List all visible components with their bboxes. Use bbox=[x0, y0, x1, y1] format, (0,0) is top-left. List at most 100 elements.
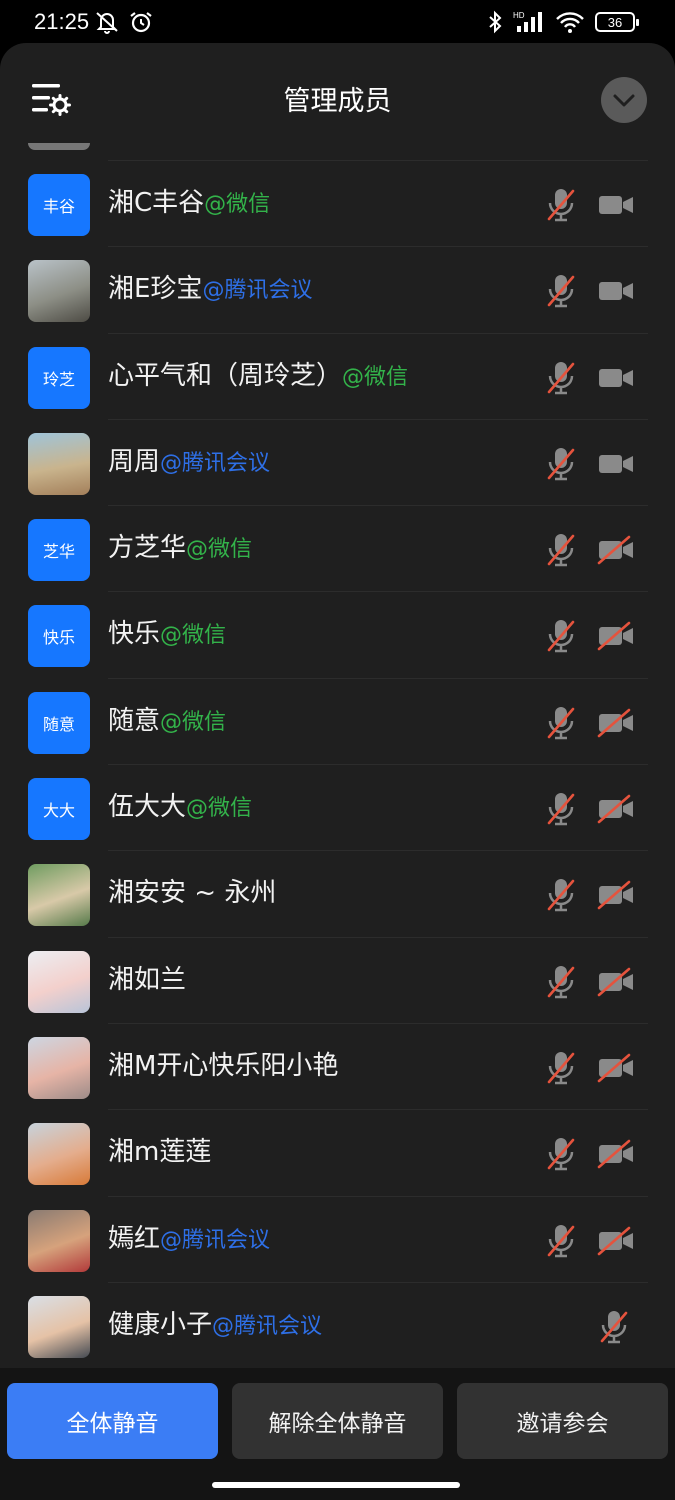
status-right-icons: HD 36 bbox=[487, 10, 639, 34]
member-name: 周周 bbox=[108, 446, 161, 477]
avatar-photo bbox=[28, 1036, 90, 1099]
member-name: 湘如兰 bbox=[108, 964, 187, 995]
member-row[interactable]: 湘E珍宝@腾讯会议 bbox=[0, 247, 675, 334]
member-name-line: 湘安安 ~ 永州 bbox=[108, 873, 276, 913]
battery-icon: 36 bbox=[595, 12, 639, 32]
member-row[interactable]: 嫣红@腾讯会议 bbox=[0, 1197, 675, 1284]
avatar-photo bbox=[28, 260, 90, 323]
member-name-line: 嫣红@腾讯会议 bbox=[108, 1219, 270, 1261]
member-name: 湘m莲莲 bbox=[108, 1137, 212, 1168]
camera-off-icon[interactable] bbox=[597, 621, 635, 651]
member-name: 快乐 bbox=[108, 619, 161, 650]
mic-muted-icon[interactable] bbox=[545, 1136, 577, 1172]
member-source: @微信 bbox=[160, 709, 227, 735]
member-row[interactable]: 芝华 方芝华@微信 bbox=[0, 506, 675, 593]
member-name: 心平气和（周玲芝） bbox=[108, 360, 343, 391]
camera-off-icon[interactable] bbox=[597, 880, 635, 910]
member-source: @腾讯会议 bbox=[212, 1313, 323, 1339]
member-row[interactable]: 湘安安 ~ 永州 bbox=[0, 851, 675, 938]
camera-icon[interactable] bbox=[597, 363, 635, 393]
member-name-line: 湘m莲莲 bbox=[108, 1132, 211, 1172]
mic-muted-icon[interactable] bbox=[545, 1223, 577, 1259]
member-source: @微信 bbox=[186, 796, 253, 822]
status-left-icons bbox=[94, 10, 154, 34]
battery-level: 36 bbox=[607, 14, 623, 30]
member-row[interactable]: 快乐 快乐@微信 bbox=[0, 592, 675, 680]
status-bar: 21:25 HD 36 bbox=[0, 0, 675, 46]
member-name-line: 健康小子@腾讯会议 bbox=[108, 1305, 322, 1347]
avatar-text: 大大 bbox=[28, 778, 90, 841]
page-title: 管理成员 bbox=[283, 86, 392, 117]
mic-muted-icon[interactable] bbox=[545, 705, 577, 741]
member-name: 湘M开心快乐阳小艳 bbox=[108, 1050, 339, 1081]
member-name-line: 伍大大@微信 bbox=[108, 787, 252, 829]
camera-off-icon[interactable] bbox=[597, 535, 635, 565]
mic-muted-icon[interactable] bbox=[545, 187, 577, 223]
dnd-icon bbox=[96, 12, 118, 34]
member-rows: 丰谷 湘C丰谷@微信 湘E珍宝@腾讯会议 玲芝 心平气和（周玲芝）@微信 周周@… bbox=[0, 161, 675, 1369]
mic-muted-icon[interactable] bbox=[545, 273, 577, 309]
partial-avatar bbox=[28, 143, 90, 150]
mic-muted-icon[interactable] bbox=[545, 964, 577, 1000]
member-source: @微信 bbox=[342, 364, 409, 390]
camera-off-icon[interactable] bbox=[597, 967, 635, 997]
member-name: 方芝华 bbox=[108, 533, 187, 564]
camera-off-icon[interactable] bbox=[597, 1226, 635, 1256]
member-row[interactable]: 健康小子@腾讯会议 bbox=[0, 1283, 675, 1369]
camera-icon[interactable] bbox=[597, 190, 635, 220]
mic-muted-icon[interactable] bbox=[545, 791, 577, 827]
status-time: 21:25 bbox=[34, 9, 90, 34]
camera-off-icon[interactable] bbox=[597, 1139, 635, 1169]
member-row[interactable]: 湘m莲莲 bbox=[0, 1110, 675, 1197]
member-row[interactable]: 周周@腾讯会议 bbox=[0, 420, 675, 507]
collapse-button[interactable] bbox=[601, 77, 647, 123]
avatar-text: 玲芝 bbox=[28, 346, 90, 409]
member-source: @腾讯会议 bbox=[160, 450, 271, 476]
member-row[interactable]: 大大 伍大大@微信 bbox=[0, 765, 675, 852]
member-name-line: 周周@腾讯会议 bbox=[108, 442, 270, 484]
member-name-line: 随意@微信 bbox=[108, 701, 226, 743]
member-row[interactable]: 湘M开心快乐阳小艳 bbox=[0, 1024, 675, 1111]
member-row[interactable]: 丰谷 湘C丰谷@微信 bbox=[0, 161, 675, 248]
member-row[interactable]: 随意 随意@微信 bbox=[0, 679, 675, 766]
mic-muted-icon[interactable] bbox=[598, 1309, 630, 1345]
camera-icon[interactable] bbox=[597, 276, 635, 306]
avatar-photo bbox=[28, 1123, 90, 1186]
invite-button[interactable]: 邀请参会 bbox=[457, 1383, 668, 1459]
camera-off-icon[interactable] bbox=[597, 708, 635, 738]
alarm-icon bbox=[130, 12, 152, 33]
mic-muted-icon[interactable] bbox=[545, 446, 577, 482]
member-row[interactable]: 湘如兰 bbox=[0, 938, 675, 1025]
member-name-line: 心平气和（周玲芝）@微信 bbox=[108, 356, 408, 398]
mic-muted-icon[interactable] bbox=[545, 1050, 577, 1086]
member-name-line: 快乐@微信 bbox=[108, 614, 226, 656]
member-name: 湘E珍宝 bbox=[108, 274, 203, 305]
member-row[interactable]: 玲芝 心平气和（周玲芝）@微信 bbox=[0, 334, 675, 421]
home-indicator bbox=[212, 1482, 460, 1488]
avatar-text: 芝华 bbox=[28, 519, 90, 582]
mic-muted-icon[interactable] bbox=[545, 360, 577, 396]
unmute-all-button[interactable]: 解除全体静音 bbox=[232, 1383, 443, 1459]
avatar-photo bbox=[28, 950, 90, 1013]
avatar-photo bbox=[28, 1295, 90, 1358]
member-list[interactable]: 丰谷 湘C丰谷@微信 湘E珍宝@腾讯会议 玲芝 心平气和（周玲芝）@微信 周周@… bbox=[0, 143, 675, 1369]
avatar-photo bbox=[28, 1209, 90, 1272]
signal-icon: HD bbox=[513, 11, 542, 32]
member-name-line: 湘M开心快乐阳小艳 bbox=[108, 1046, 338, 1086]
member-name-line: 方芝华@微信 bbox=[108, 528, 252, 570]
camera-off-icon[interactable] bbox=[597, 1053, 635, 1083]
avatar-text: 随意 bbox=[28, 691, 90, 754]
member-source: @腾讯会议 bbox=[202, 278, 313, 304]
member-name-line: 湘C丰谷@微信 bbox=[108, 183, 270, 225]
camera-icon[interactable] bbox=[597, 449, 635, 479]
mic-muted-icon[interactable] bbox=[545, 877, 577, 913]
mic-muted-icon[interactable] bbox=[545, 618, 577, 654]
camera-off-icon[interactable] bbox=[597, 794, 635, 824]
mute-all-button[interactable]: 全体静音 bbox=[7, 1383, 218, 1459]
member-source: @微信 bbox=[160, 623, 227, 649]
chevron-down-icon bbox=[613, 94, 635, 107]
bluetooth-icon bbox=[489, 10, 502, 34]
mic-muted-icon[interactable] bbox=[545, 532, 577, 568]
member-name: 健康小子 bbox=[108, 1309, 213, 1340]
manage-members-sheet: 管理成员 丰谷 湘C丰谷@微信 湘E珍宝@腾讯会议 玲芝 心平气和（周玲芝）@微… bbox=[0, 43, 675, 1500]
